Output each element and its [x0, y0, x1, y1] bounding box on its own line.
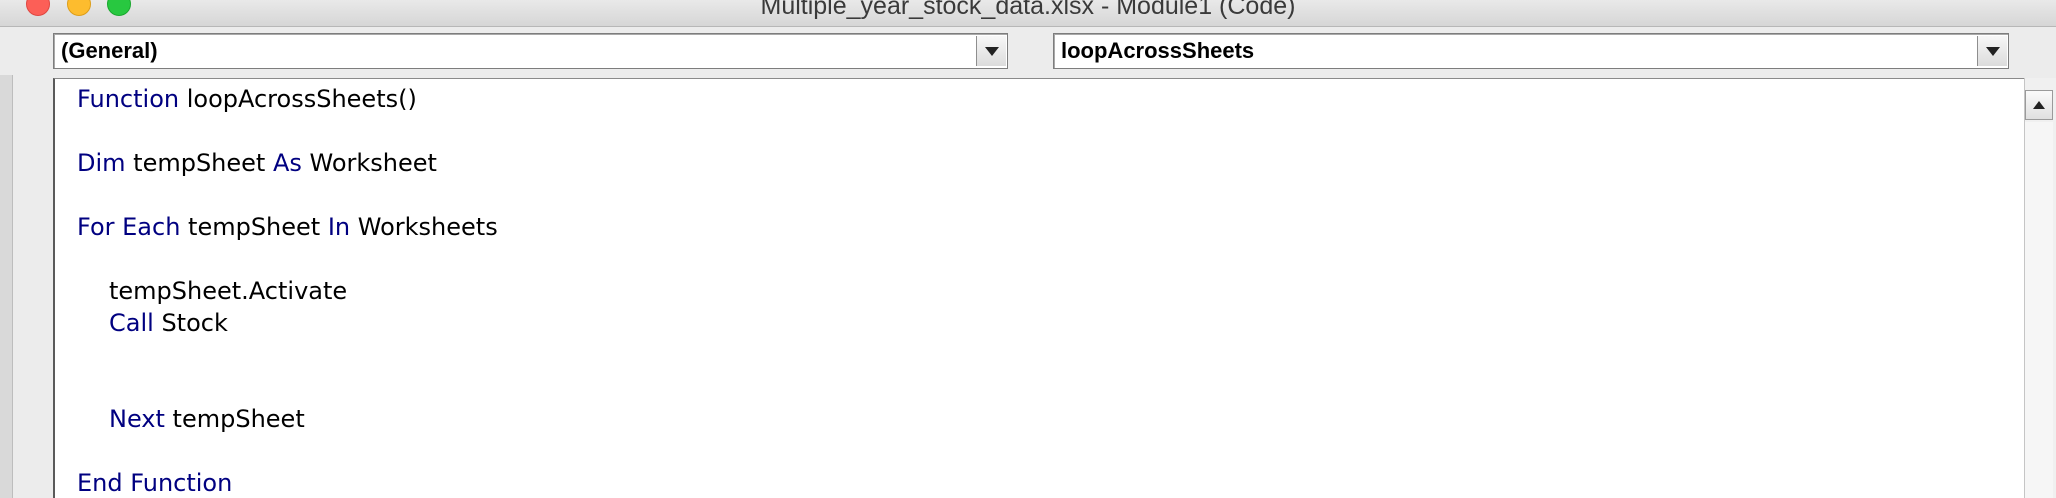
- identifier-token: Worksheets: [350, 213, 498, 241]
- identifier-token: tempSheet: [164, 405, 305, 433]
- identifier-token: loopAcrossSheets(): [179, 85, 417, 113]
- code-line[interactable]: End Function: [77, 467, 232, 498]
- left-margin-strip: [0, 75, 13, 498]
- code-line[interactable]: Function loopAcrossSheets(): [77, 83, 417, 115]
- chevron-down-icon: [1986, 47, 2000, 56]
- code-line[interactable]: For Each tempSheet In Worksheets: [77, 211, 498, 243]
- identifier-token: Stock: [153, 309, 228, 337]
- object-dropdown-value: (General): [61, 38, 158, 63]
- code-line[interactable]: Call Stock: [109, 307, 228, 339]
- keyword-token: Next: [109, 405, 165, 433]
- identifier-token: tempSheet: [180, 213, 328, 241]
- code-line[interactable]: Next tempSheet: [109, 403, 305, 435]
- object-dropdown-button[interactable]: [976, 36, 1006, 66]
- window-title: Multiple_year_stock_data.xlsx - Module1 …: [760, 0, 1296, 20]
- code-line[interactable]: Dim tempSheet As Worksheet: [77, 147, 437, 179]
- procedure-dropdown[interactable]: loopAcrossSheets: [1053, 33, 2009, 69]
- arrow-up-icon: [2033, 101, 2045, 109]
- scroll-up-button[interactable]: [2025, 90, 2053, 120]
- keyword-token: End Function: [77, 469, 233, 497]
- code-dropdown-bar: (General) loopAcrossSheets: [0, 27, 2056, 75]
- keyword-token: For Each: [77, 213, 181, 241]
- scroll-track[interactable]: [2025, 122, 2053, 498]
- vba-code-window: Multiple_year_stock_data.xlsx - Module1 …: [0, 0, 2056, 498]
- procedure-dropdown-value: loopAcrossSheets: [1061, 38, 1255, 63]
- vertical-scrollbar[interactable]: [2024, 78, 2056, 498]
- keyword-token: In: [327, 213, 351, 241]
- identifier-token: Worksheet: [301, 149, 437, 177]
- keyword-token: Function: [77, 85, 180, 113]
- code-editor[interactable]: Function loopAcrossSheets() Dim tempShee…: [53, 78, 2024, 498]
- object-dropdown[interactable]: (General): [53, 33, 1008, 69]
- chevron-down-icon: [985, 47, 999, 56]
- code-line[interactable]: tempSheet.Activate: [109, 275, 347, 307]
- title-bar[interactable]: Multiple_year_stock_data.xlsx - Module1 …: [0, 0, 2056, 27]
- keyword-token: Dim: [77, 149, 126, 177]
- keyword-token: Call: [109, 309, 154, 337]
- keyword-token: As: [272, 149, 302, 177]
- procedure-dropdown-button[interactable]: [1977, 36, 2007, 66]
- identifier-token: tempSheet: [125, 149, 273, 177]
- identifier-token: tempSheet.Activate: [109, 277, 348, 305]
